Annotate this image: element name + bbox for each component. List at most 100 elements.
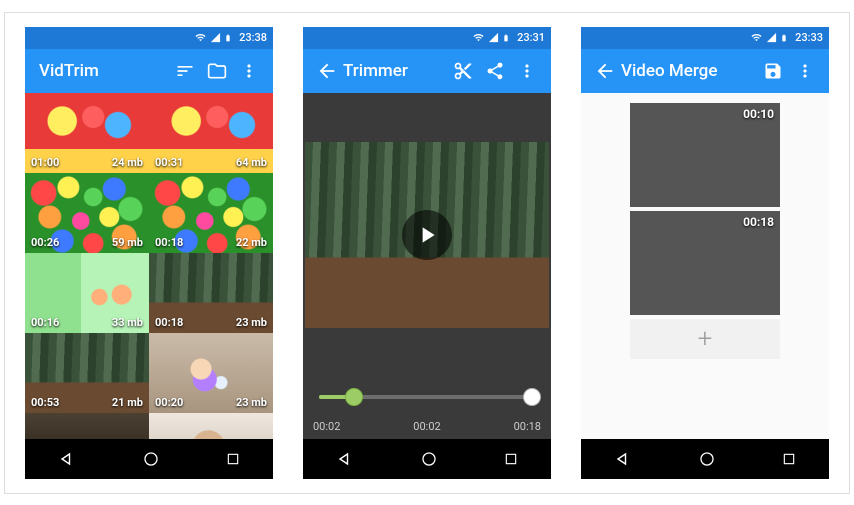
video-duration: 00:53 [31,396,59,409]
trim-end-handle[interactable] [523,388,541,406]
video-duration: 01:00 [31,156,59,169]
app-title: VidTrim [33,61,169,81]
battery-icon [780,32,788,44]
app-title: Trimmer [343,61,447,81]
nav-home-icon[interactable] [698,450,716,468]
more-vert-icon [795,61,815,81]
timecode-end: 00:18 [514,420,541,433]
timecode-row: 00:02 00:02 00:18 [313,420,541,433]
video-duration: 00:26 [31,236,59,249]
app-title: Video Merge [621,61,757,81]
merge-content: 00:10 00:18 + [581,93,829,439]
share-icon [485,61,505,81]
arrow-back-icon [316,60,338,82]
nav-back-icon[interactable] [335,449,355,469]
video-grid-container: 01:00 24 mb 00:3164 mb 00:26 59 mb 00:18 22 mb… [25,93,273,439]
video-grid-item[interactable]: 00:53 21 mb [25,333,149,413]
video-size: 33 mb [112,316,143,329]
status-bar: 23:38 [25,27,273,49]
wifi-icon [194,32,207,43]
trim-start-handle[interactable] [345,388,363,406]
overflow-button[interactable] [233,55,265,87]
signal-icon [488,32,499,43]
save-button[interactable] [757,55,789,87]
app-bar: Trimmer [303,49,551,93]
video-size: 21 mb [112,396,143,409]
battery-icon [502,32,510,44]
video-grid-item[interactable]: 00:16 33 mb [25,253,149,333]
wifi-icon [750,32,763,43]
back-button[interactable] [311,55,343,87]
video-size: 24 mb [112,156,143,169]
wifi-icon [472,32,485,43]
status-time: 23:33 [795,31,823,44]
video-grid-item[interactable]: 00:26 59 mb [25,173,149,253]
video-duration: 00:16 [31,316,59,329]
app-bar: Video Merge [581,49,829,93]
phone-list-screen: 23:38 VidTrim 01:00 24 mb 00:3164 mb 00:26 5… [25,27,273,479]
video-preview[interactable] [305,142,549,328]
nav-back-icon[interactable] [57,449,77,469]
back-button[interactable] [589,55,621,87]
phone-merge-screen: 23:33 Video Merge 00:10 00:18 + [581,27,829,479]
play-button[interactable] [402,210,452,260]
trim-track[interactable] [313,387,541,407]
status-bar: 23:31 [303,27,551,49]
save-icon [763,61,783,81]
nav-home-icon[interactable] [142,450,160,468]
video-grid-item[interactable]: 00:20 23 mb [149,333,273,413]
signal-icon [210,32,221,43]
arrow-back-icon [594,60,616,82]
video-grid-item[interactable]: 00:3164 mb [149,93,273,173]
nav-bar [303,439,551,479]
nav-bar [581,439,829,479]
video-preview-area [303,93,551,377]
video-duration: 00:18 [155,316,183,329]
app-bar: VidTrim [25,49,273,93]
sort-icon [175,61,195,81]
scissors-icon [453,61,473,81]
status-bar: 23:33 [581,27,829,49]
signal-icon [766,32,777,43]
nav-recents-icon[interactable] [503,451,519,467]
trim-controls: 00:02 00:02 00:18 [303,377,551,439]
merge-clip[interactable]: 00:10 [630,103,780,207]
overflow-button[interactable] [511,55,543,87]
status-time: 23:31 [517,31,545,44]
share-button[interactable] [479,55,511,87]
video-grid-item[interactable] [149,413,273,439]
video-duration: 00:18 [155,236,183,249]
video-size: 23 mb [236,396,267,409]
video-size: 23 mb [236,316,267,329]
nav-home-icon[interactable] [420,450,438,468]
video-grid-item[interactable] [25,413,149,439]
timecode-current: 00:02 [413,420,440,433]
play-icon [414,222,440,248]
battery-icon [224,32,232,44]
video-duration: 00:20 [155,396,183,409]
clip-duration: 00:10 [743,107,774,121]
overflow-button[interactable] [789,55,821,87]
video-size: 64 mb [236,156,267,169]
video-grid-item[interactable]: 00:18 23 mb [149,253,273,333]
more-vert-icon [239,61,259,81]
folder-icon [207,61,227,81]
cut-button[interactable] [447,55,479,87]
phone-trimmer-screen: 23:31 Trimmer [303,27,551,479]
video-grid-item[interactable]: 01:00 24 mb [25,93,149,173]
nav-recents-icon[interactable] [781,451,797,467]
video-grid-item[interactable]: 00:18 22 mb [149,173,273,253]
clip-duration: 00:18 [743,215,774,229]
nav-recents-icon[interactable] [225,451,241,467]
nav-back-icon[interactable] [613,449,633,469]
add-clip-button[interactable]: + [630,319,780,359]
timecode-start: 00:02 [313,420,340,433]
video-size: 59 mb [112,236,143,249]
video-size: 22 mb [236,236,267,249]
sort-button[interactable] [169,55,201,87]
nav-bar [25,439,273,479]
merge-clip[interactable]: 00:18 [630,211,780,315]
more-vert-icon [517,61,537,81]
folder-button[interactable] [201,55,233,87]
trimmer-content: 00:02 00:02 00:18 [303,93,551,439]
